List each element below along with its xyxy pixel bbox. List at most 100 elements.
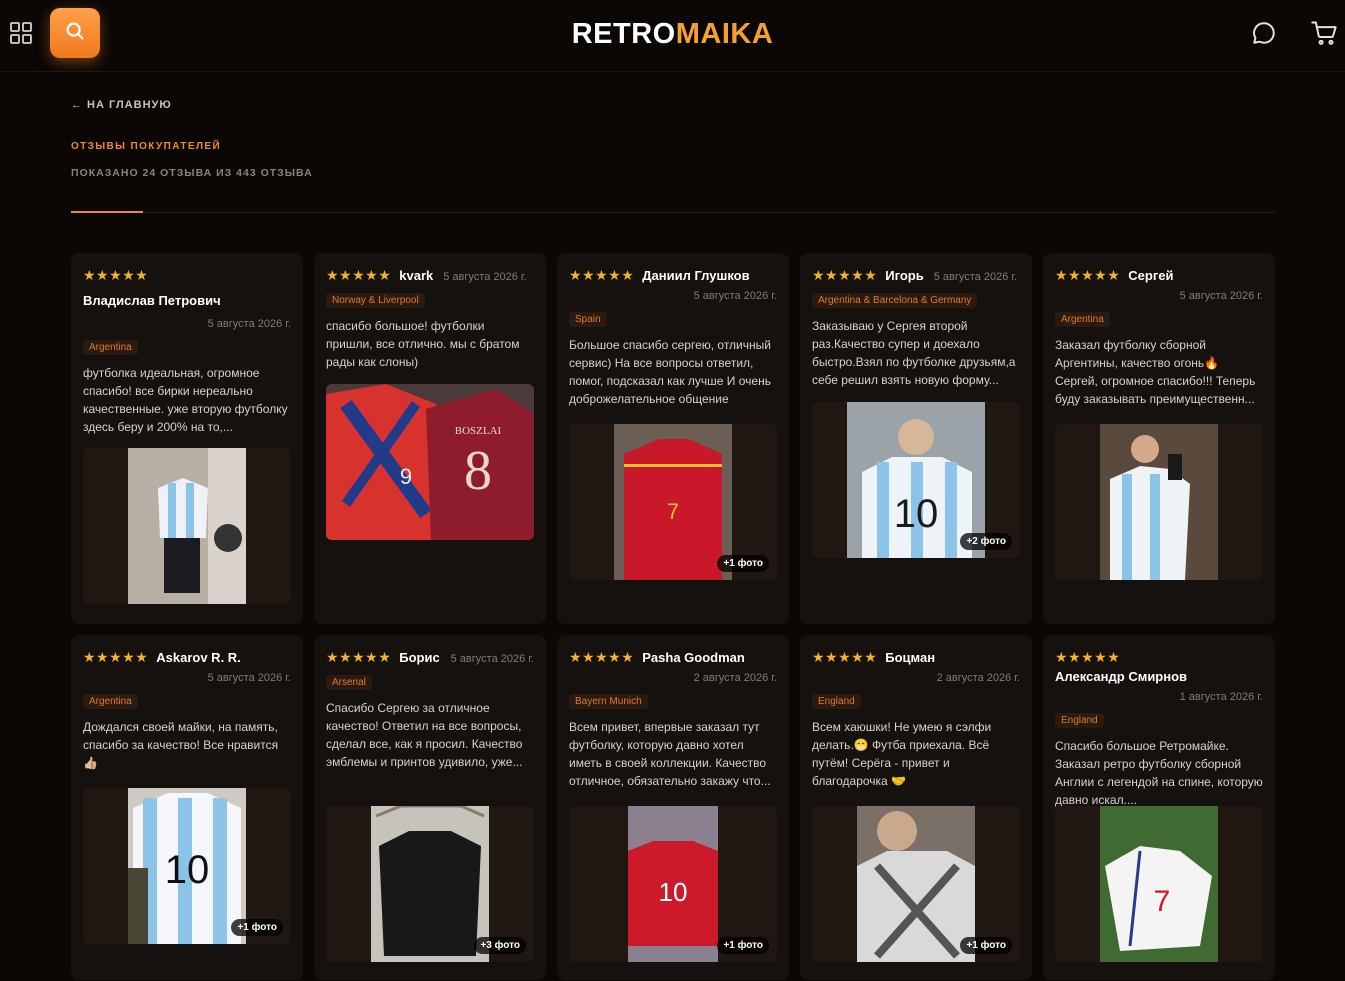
product-tag: Argentina [1055,312,1110,327]
svg-text:10: 10 [894,492,939,536]
top-bar: RETROMAIKA [0,0,1345,72]
svg-text:9: 9 [400,464,412,489]
review-card[interactable]: ★★★★★ Сергей 5 августа 2026 г. Argentina… [1043,253,1275,624]
product-tag: Argentina & Barcelona & Germany [812,293,978,308]
svg-text:7: 7 [667,499,679,524]
section-title: ОТЗЫВЫ ПОКУПАТЕЛЕЙ [71,141,222,152]
more-photos-badge[interactable]: +3 фото [474,937,526,954]
review-text: Всем привет, впервые заказал тут футболк… [569,720,771,788]
review-header: ★★★★★ [83,265,291,285]
rating-stars: ★★★★★ [1055,267,1121,283]
site-logo[interactable]: RETROMAIKA [0,18,1345,51]
review-photo[interactable]: +3 фото [326,806,534,962]
review-header: ★★★★★ Боцман 2 августа 2026 г. [812,647,1020,688]
rating-stars: ★★★★★ [812,649,878,665]
jersey-photo: 10 [628,806,718,962]
review-photo[interactable] [1055,424,1263,580]
product-tag: Argentina [83,340,138,355]
review-date: 5 августа 2026 г. [207,672,291,684]
reviewer-name: Борис [399,650,440,665]
svg-text:8: 8 [464,440,492,502]
review-header: ★★★★★ Сергей 5 августа 2026 г. [1055,265,1263,306]
svg-text:10: 10 [659,877,688,907]
more-photos-badge[interactable]: +2 фото [960,533,1012,550]
review-photo[interactable]: +1 фото [812,806,1020,962]
jersey-photo [857,806,975,962]
review-card[interactable]: ★★★★★ kvark 5 августа 2026 г. Norway & L… [314,253,546,624]
more-photos-badge[interactable]: +1 фото [960,937,1012,954]
review-date: 5 августа 2026 г. [207,318,291,330]
reviewer-name: Askarov R. R. [156,650,241,665]
reviewer-name: Даниил Глушков [642,268,750,283]
review-card[interactable]: ★★★★★ Даниил Глушков 5 августа 2026 г. S… [557,253,789,624]
jersey-photo [1100,424,1218,580]
review-photo[interactable]: 10 +1 фото [83,788,291,944]
product-tag: Arsenal [326,675,372,690]
review-text: Спасибо Сергею за отличное качество! Отв… [326,701,523,769]
review-card[interactable]: ★★★★★ Игорь 5 августа 2026 г. Argentina … [800,253,1032,624]
review-date: 5 августа 2026 г. [443,271,527,283]
product-tag: England [1055,713,1104,728]
rating-stars: ★★★★★ [569,649,635,665]
review-text: Большое спасибо сергею, отличный сервис)… [569,338,771,406]
review-card[interactable]: ★★★★★ Pasha Goodman 2 августа 2026 г. Ba… [557,635,789,980]
review-card[interactable]: ★★★★★ Владислав Петрович 5 августа 2026 … [71,253,303,624]
review-header: ★★★★★ Александр Смирнов 1 августа 2026 г… [1055,647,1263,707]
svg-text:10: 10 [165,848,210,892]
svg-text:BOSZLAI: BOSZLAI [455,425,502,437]
review-header: ★★★★★ Даниил Глушков 5 августа 2026 г. [569,265,777,306]
review-card[interactable]: ★★★★★ Борис 5 августа 2026 г. Arsenal Сп… [314,635,546,980]
jersey-photo: 7 [1100,806,1218,962]
review-photo[interactable]: 8 BOSZLAI 9 [326,384,534,540]
review-photo[interactable]: 10 +2 фото [812,402,1020,558]
reviewer-name: Александр Смирнов [1055,669,1188,684]
review-card[interactable]: ★★★★★ Александр Смирнов 1 августа 2026 г… [1043,635,1275,980]
rating-stars: ★★★★★ [812,267,878,283]
back-to-home-link[interactable]: ← НА ГЛАВНУЮ [71,99,172,111]
review-photo[interactable]: 7 [1055,806,1263,962]
more-photos-badge[interactable]: +1 фото [231,919,283,936]
divider [71,212,1275,213]
review-date: 5 августа 2026 г. [693,290,777,302]
review-photo[interactable]: 7 +1 фото [569,424,777,580]
cart-icon[interactable] [1310,19,1338,47]
product-tag: Spain [569,312,607,327]
chat-icon[interactable] [1251,20,1277,46]
review-date: 5 августа 2026 г. [1179,290,1263,302]
more-photos-badge[interactable]: +1 фото [717,937,769,954]
review-header: ★★★★★ Askarov R. R. 5 августа 2026 г. [83,647,291,688]
reviewer-name: Боцман [885,650,936,665]
reviewer-name: Pasha Goodman [642,650,745,665]
review-card[interactable]: ★★★★★ Askarov R. R. 5 августа 2026 г. Ar… [71,635,303,980]
product-tag: Bayern Munich [569,694,648,709]
review-photo[interactable] [83,448,291,604]
rating-stars: ★★★★★ [83,267,149,283]
review-photo[interactable]: 10 +1 фото [569,806,777,962]
review-text: Спасибо большое Ретромайке. Заказал ретр… [1055,739,1263,807]
review-date: 1 августа 2026 г. [1179,691,1263,703]
review-date: 5 августа 2026 г. [450,653,534,665]
rating-stars: ★★★★★ [83,649,149,665]
divider-accent [71,211,143,213]
jersey-photo: 7 [614,424,732,580]
rating-stars: ★★★★★ [326,649,392,665]
review-text: Всем хаюшки! Не умею я сэлфи делать.😁 Фу… [812,720,992,788]
reviewer-name: kvark [399,268,434,283]
review-date: 2 августа 2026 г. [936,672,1020,684]
jersey-photo [128,448,246,604]
rating-stars: ★★★★★ [1055,649,1121,665]
logo-part-retro: RETRO [571,18,676,50]
product-tag: Argentina [83,694,138,709]
review-header: ★★★★★ Pasha Goodman 2 августа 2026 г. [569,647,777,688]
review-card[interactable]: ★★★★★ Боцман 2 августа 2026 г. England В… [800,635,1032,980]
reviews-count: ПОКАЗАНО 24 ОТЗЫВА ИЗ 443 ОТЗЫВА [71,167,313,179]
product-tag: Norway & Liverpool [326,293,425,308]
jersey-photo [371,806,489,962]
product-tag: England [812,694,861,709]
review-text: футболка идеальная, огромное спасибо! вс… [83,366,288,434]
review-date: 2 августа 2026 г. [693,672,777,684]
review-header: ★★★★★ Борис 5 августа 2026 г. [326,647,534,669]
more-photos-badge[interactable]: +1 фото [717,555,769,572]
review-date: 5 августа 2026 г. [933,271,1018,283]
review-text: Заказываю у Сергея второй раз.Качество с… [812,319,1016,387]
